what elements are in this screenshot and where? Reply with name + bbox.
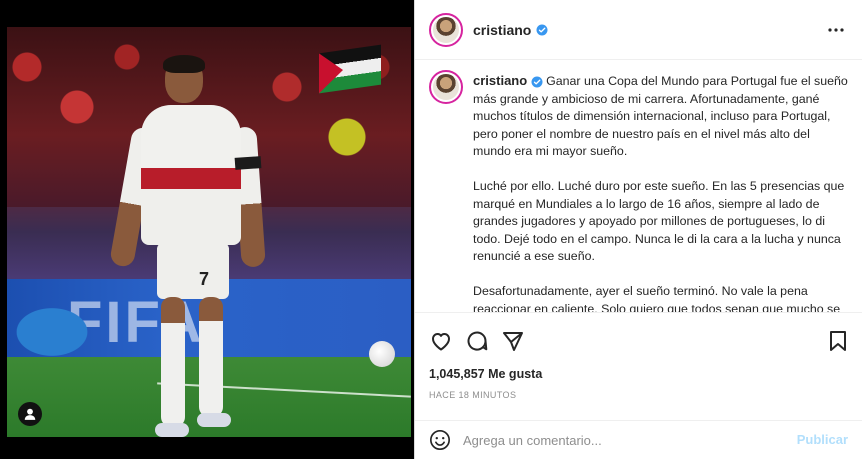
likes-number: 1,045,857 <box>429 367 485 381</box>
caption-paragraph-2: Luché por ello. Luché duro por este sueñ… <box>473 178 845 264</box>
likes-label: Me gusta <box>488 367 543 381</box>
shorts-number: 7 <box>199 269 210 289</box>
comment-input[interactable] <box>463 428 763 452</box>
football <box>369 341 395 367</box>
avatar-image <box>433 74 459 100</box>
player-left-leg <box>161 297 185 427</box>
heart-icon[interactable] <box>429 329 453 353</box>
post-side-panel: cristiano cristiano Ganar una Copa del M… <box>414 0 862 459</box>
post-photo[interactable]: FIFA 7 <box>7 27 411 437</box>
player-hair <box>163 55 205 73</box>
goalkeeper-figure <box>7 295 107 369</box>
caption-paragraph-3: Desafortunadamente, ayer el sueño termin… <box>473 283 841 312</box>
instagram-post-modal: FIFA 7 cristiano cristiano Ganar una Cop… <box>0 0 862 459</box>
bookmark-icon[interactable] <box>826 329 850 353</box>
post-actions: 1,045,857 Me gusta HACE 18 MINUTOS <box>415 312 862 422</box>
share-icon[interactable] <box>501 329 525 353</box>
post-header: cristiano <box>415 0 862 60</box>
tagged-user-icon[interactable] <box>18 402 42 426</box>
player-shorts <box>157 243 229 299</box>
verified-badge-icon <box>531 76 543 88</box>
player-figure: 7 <box>109 55 267 437</box>
publish-button[interactable]: Publicar <box>797 432 848 447</box>
comment-icon[interactable] <box>465 329 489 353</box>
verified-badge-icon <box>536 24 548 36</box>
caption-paragraph-1: Ganar una Copa del Mundo para Portugal f… <box>473 74 848 159</box>
post-timestamp[interactable]: HACE 18 MINUTOS <box>429 390 516 400</box>
header-username[interactable]: cristiano <box>473 22 531 38</box>
avatar-image <box>433 17 459 43</box>
player-right-boot <box>197 413 231 427</box>
comment-bar: Publicar <box>415 420 862 459</box>
header-user: cristiano <box>473 22 548 38</box>
person-icon <box>24 408 36 420</box>
avatar[interactable] <box>429 13 463 47</box>
player-jersey <box>141 105 241 245</box>
caption-area: cristiano Ganar una Copa del Mundo para … <box>415 60 862 312</box>
player-right-leg <box>199 297 223 417</box>
caption-paragraph: cristiano Ganar una Copa del Mundo para … <box>473 72 851 161</box>
caption-text: cristiano Ganar una Copa del Mundo para … <box>473 72 851 312</box>
caption-avatar[interactable] <box>429 70 463 104</box>
post-media-panel: FIFA 7 <box>0 0 414 459</box>
captain-armband <box>234 156 262 170</box>
more-options-icon[interactable] <box>824 20 848 40</box>
caption-username[interactable]: cristiano <box>473 73 527 88</box>
likes-count[interactable]: 1,045,857 Me gusta <box>429 367 542 381</box>
emoji-icon[interactable] <box>429 429 451 451</box>
player-left-boot <box>155 423 189 437</box>
